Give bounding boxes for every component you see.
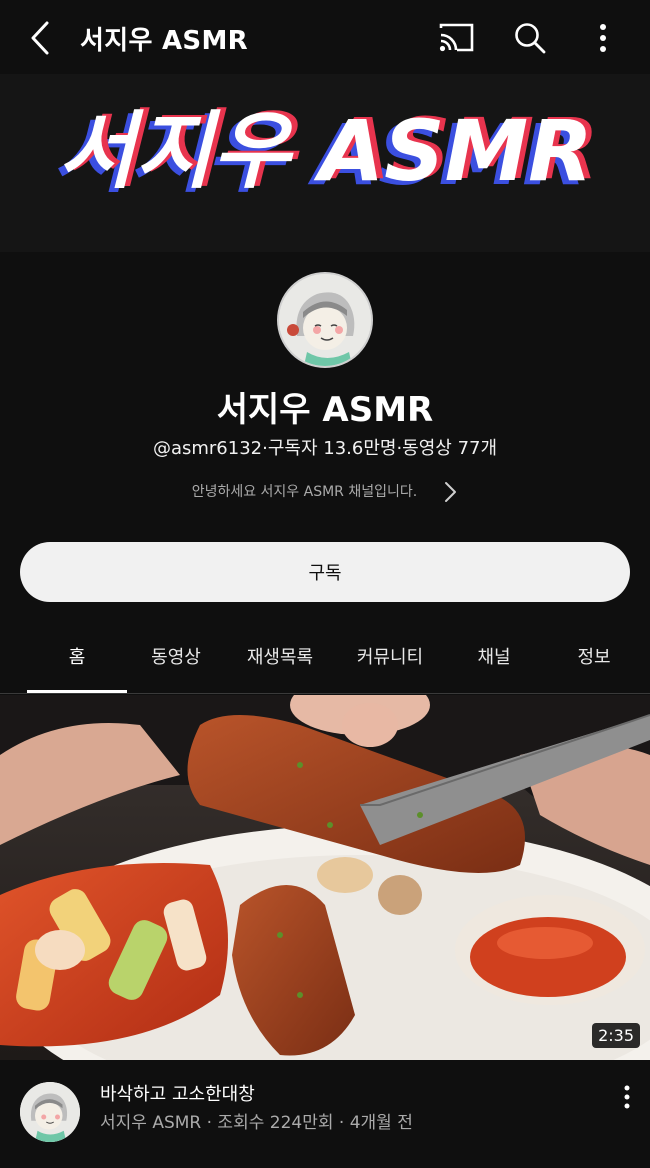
video-thumbnail[interactable]: 2:35 [0,695,650,1060]
tab-home[interactable]: 홈 [27,624,127,694]
channel-description: 안녕하세요 서지우 ASMR 채널입니다. [191,484,418,500]
chevron-right-icon [445,482,457,502]
more-vert-icon [600,24,606,52]
channel-avatar[interactable] [277,272,373,368]
back-button[interactable] [22,18,58,58]
channel-stats: @asmr6132·구독자 13.6만명·동영상 77개 [152,438,498,459]
cast-icon [439,23,474,52]
search-icon [515,23,546,54]
tabs-divider [0,693,650,694]
back-arrow-icon [31,21,49,55]
video-channel-avatar[interactable] [20,1082,80,1142]
more-vert-icon [624,1085,630,1109]
video-title[interactable]: 바삭하고 고소한대창 [100,1080,255,1106]
channel-tabs: 홈 동영상 재생목록 커뮤니티 채널 정보 [0,624,650,694]
video-info-row: 바삭하고 고소한대창 서지우 ASMR · 조회수 224만회 · 4개월 전 [0,1060,650,1168]
page-title: 서지우 ASMR [80,26,248,56]
tab-about[interactable]: 정보 [546,624,642,694]
search-button[interactable] [510,18,550,58]
svg-text:서지우 ASMR: 서지우 ASMR [58,102,593,200]
banner-logo: 서지우 ASMR 서지우 ASMR 서지우 ASMR [52,100,599,204]
video-duration-badge: 2:35 [592,1023,640,1048]
thumbnail-image [0,695,650,1060]
tab-videos[interactable]: 동영상 [126,624,226,694]
tab-community[interactable]: 커뮤니티 [336,624,444,694]
top-app-bar: 서지우 ASMR [0,0,650,74]
subscribe-button[interactable]: 구독 [20,542,630,602]
channel-description-link[interactable]: 안녕하세요 서지우 ASMR 채널입니다. [0,478,650,506]
cast-button[interactable] [436,18,476,58]
tab-playlists[interactable]: 재생목록 [226,624,334,694]
avatar-illustration [279,274,371,366]
tab-channels[interactable]: 채널 [446,624,542,694]
more-options-button[interactable] [583,18,623,58]
channel-banner: 서지우 ASMR 서지우 ASMR 서지우 ASMR [0,74,650,252]
avatar-illustration [20,1082,80,1142]
channel-name: 서지우 ASMR [216,390,434,430]
video-more-button[interactable] [612,1082,642,1112]
video-metadata: 서지우 ASMR · 조회수 224만회 · 4개월 전 [100,1113,413,1133]
